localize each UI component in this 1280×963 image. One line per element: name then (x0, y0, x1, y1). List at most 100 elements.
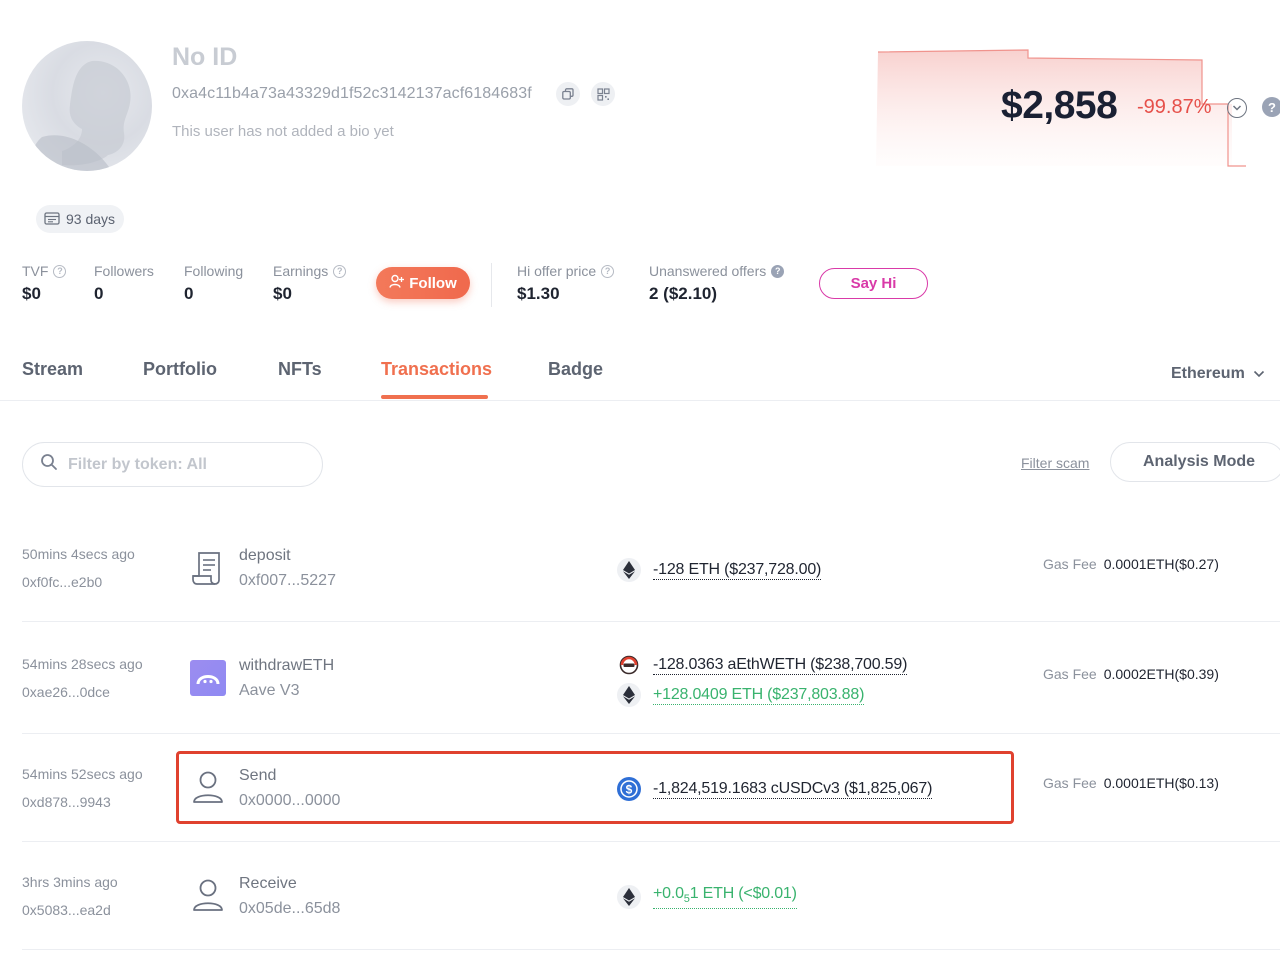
eth-icon (617, 885, 641, 910)
calendar-icon (44, 211, 60, 228)
tabs-divider (0, 400, 1280, 401)
stat-tvf-label: TVF (22, 263, 49, 279)
stat-following-value: 0 (184, 284, 194, 303)
tx-4-amount-suffix: 1 ETH (<$0.01) (689, 885, 797, 902)
tx-divider (22, 733, 1280, 734)
analysis-mode-button[interactable]: Analysis Mode (1110, 442, 1280, 482)
help-icon[interactable]: ? (1262, 97, 1280, 117)
token-filter-input[interactable] (68, 455, 298, 474)
tx-4-amount-prefix: +0.0 (653, 885, 684, 902)
tx-2-method: withdrawETH (239, 657, 335, 674)
stat-tvf-value: $0 (22, 284, 41, 303)
account-age-text: 93 days (66, 211, 116, 227)
tx-2-amount-in[interactable]: +128.0409 ETH ($237,803.88) (617, 683, 864, 707)
tx-2-gas-value: 0.0002ETH($0.39) (1103, 666, 1219, 682)
chain-selector-label: Ethereum (1171, 365, 1245, 382)
tx-divider (22, 841, 1280, 842)
aethweth-icon (617, 653, 641, 677)
net-worth-change: -99.87% (1137, 96, 1212, 118)
filter-scam-link[interactable]: Filter scam (1021, 455, 1089, 471)
tx-4-hash[interactable]: 0x5083...ea2d (22, 902, 111, 918)
say-hi-button[interactable]: Say Hi (819, 268, 928, 299)
stat-unanswered-offers: Unanswered offers? 2 ($2.10) (649, 263, 785, 304)
wallet-address: 0xa4c11b4a73a43329d1f52c3142137acf618468… (172, 85, 532, 102)
stat-following-label: Following (184, 263, 244, 279)
tx-3-gas-value: 0.0001ETH($0.13) (1103, 775, 1219, 791)
tab-portfolio[interactable]: Portfolio (143, 359, 278, 399)
account-age-badge: 93 days (36, 205, 125, 233)
tx-2-gas-label: Gas Fee (1043, 666, 1097, 682)
eth-icon (617, 558, 641, 582)
highlight-annotation-box (176, 751, 1014, 824)
stats-divider (491, 263, 492, 307)
copy-icon[interactable] (556, 82, 580, 106)
stat-followers-value: 0 (94, 284, 104, 303)
tx-2-gas: Gas Fee 0.0002ETH($0.39) (1043, 666, 1219, 682)
tx-1-gas: Gas Fee 0.0001ETH($0.27) (1043, 556, 1219, 572)
tx-2-amount-out[interactable]: -128.0363 aEthWETH ($238,700.59) (617, 653, 907, 677)
tx-divider (22, 949, 1280, 950)
qr-code-icon[interactable] (591, 82, 615, 106)
contract-scroll-icon (190, 550, 226, 586)
profile-tabs: Stream Portfolio NFTs Transactions Badge (22, 359, 603, 399)
earnings-help-icon[interactable]: ? (333, 264, 347, 278)
aave-logo-icon (190, 660, 226, 696)
chain-selector[interactable]: Ethereum (1171, 365, 1265, 383)
search-icon (40, 453, 58, 476)
tx-4-time: 3hrs 3mins ago (22, 874, 118, 890)
tx-4-method: Receive (239, 875, 297, 892)
stat-unanswered-value: 2 ($2.10) (649, 284, 718, 303)
stat-tvf: TVF? $0 (22, 263, 67, 304)
stat-hi-offer-value: $1.30 (517, 284, 560, 303)
avatar (22, 41, 152, 171)
tx-1-time: 50mins 4secs ago (22, 546, 135, 562)
tvf-help-icon[interactable]: ? (53, 264, 67, 278)
tx-1-gas-label: Gas Fee (1043, 556, 1097, 572)
follow-button-label: Follow (409, 274, 457, 292)
tx-3-gas: Gas Fee 0.0001ETH($0.13) (1043, 775, 1219, 791)
profile-bio: This user has not added a bio yet (172, 123, 394, 140)
tx-3-hash[interactable]: 0xd878...9943 (22, 794, 111, 810)
stat-earnings-value: $0 (273, 284, 292, 303)
user-icon (190, 877, 226, 913)
tx-2-target[interactable]: Aave V3 (239, 682, 299, 700)
tx-2-amount-in-text: +128.0409 ETH ($237,803.88) (653, 685, 865, 705)
eth-icon (617, 683, 641, 707)
stat-hi-offer-label: Hi offer price (517, 263, 597, 279)
tab-nfts[interactable]: NFTs (278, 359, 381, 399)
stat-earnings: Earnings? $0 (273, 263, 347, 304)
tx-1-gas-value: 0.0001ETH($0.27) (1103, 556, 1219, 572)
token-filter[interactable] (22, 442, 323, 487)
tx-1-target[interactable]: 0xf007...5227 (239, 572, 336, 590)
stat-followers[interactable]: Followers 0 (94, 263, 154, 304)
tab-transactions[interactable]: Transactions (381, 359, 492, 399)
chevron-down-icon (1253, 365, 1265, 383)
stat-following[interactable]: Following 0 (184, 263, 243, 304)
unanswered-help-icon[interactable]: ? (771, 264, 785, 278)
stat-unanswered-label: Unanswered offers (649, 263, 767, 279)
tx-3-gas-label: Gas Fee (1043, 775, 1097, 791)
stat-earnings-label: Earnings (273, 263, 329, 279)
follow-user-icon (389, 274, 405, 293)
tx-3-time: 54mins 52secs ago (22, 766, 143, 782)
tx-1-hash[interactable]: 0xf0fc...e2b0 (22, 574, 102, 590)
chevron-down-circle-icon[interactable] (1227, 98, 1247, 118)
hi-offer-help-icon[interactable]: ? (601, 264, 615, 278)
tx-divider (22, 621, 1280, 622)
tx-4-amount[interactable]: +0.051 ETH (<$0.01) (617, 885, 797, 910)
tab-stream[interactable]: Stream (22, 359, 143, 399)
stat-followers-label: Followers (94, 263, 154, 279)
tab-badge[interactable]: Badge (548, 359, 603, 399)
follow-button[interactable]: Follow (376, 267, 470, 299)
tx-2-time: 54mins 28secs ago (22, 656, 143, 672)
net-worth-value: $2,858 (1001, 84, 1118, 127)
profile-name: No ID (172, 43, 238, 71)
tx-1-amount-text: -128 ETH ($237,728.00) (653, 560, 822, 580)
tx-2-amount-out-text: -128.0363 aEthWETH ($238,700.59) (653, 655, 908, 675)
tx-4-amount-text: +0.051 ETH (<$0.01) (653, 885, 797, 910)
stat-hi-offer-price: Hi offer price? $1.30 (517, 263, 615, 304)
tx-2-hash[interactable]: 0xae26...0dce (22, 684, 110, 700)
tx-1-amount[interactable]: -128 ETH ($237,728.00) (617, 558, 821, 582)
tx-4-target[interactable]: 0x05de...65d8 (239, 900, 340, 918)
tx-1-method: deposit (239, 547, 291, 564)
